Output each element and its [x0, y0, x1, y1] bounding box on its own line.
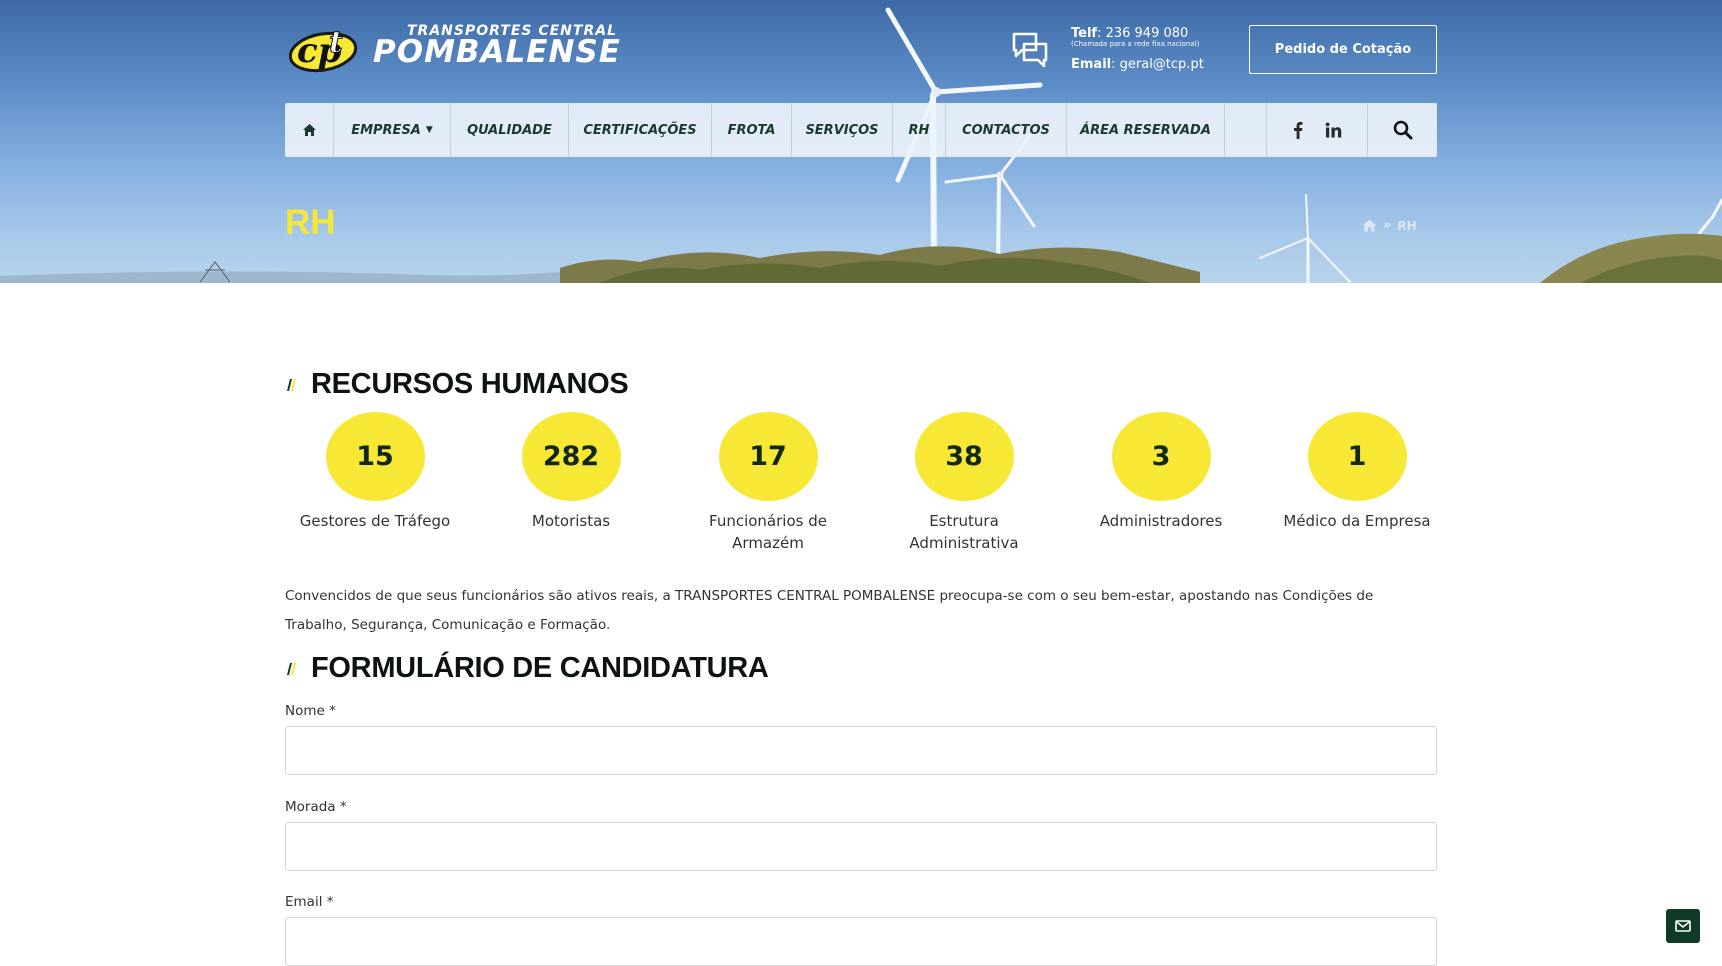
envelope-icon [1675, 920, 1691, 932]
main-navigation: EMPRESA ▼ QUALIDADE CERTIFICAÇÕES FROTA S… [285, 103, 1437, 157]
stat-label: Gestores de Tráfego [299, 512, 451, 530]
nav-spacer [1225, 103, 1267, 157]
phone-number[interactable]: Telf: 236 949 080 [1071, 26, 1188, 41]
page-header-banner: cp t TRANSPORTES CENTRAL POMBALENSE Telf… [0, 0, 1722, 283]
hr-stats: 15 Gestores de Tráfego 282 Motoristas 17… [285, 412, 1437, 562]
name-field[interactable] [285, 726, 1437, 775]
nav-servicos[interactable]: SERVIÇOS [792, 103, 893, 157]
stat-motoristas: 282 Motoristas [481, 412, 661, 532]
hr-intro-paragraph: Convencidos de que seus funcionários são… [285, 588, 1374, 633]
nav-social [1267, 103, 1368, 157]
stat-estrutura: 38 Estrutura Administrativa [874, 412, 1054, 554]
nav-certificacoes[interactable]: CERTIFICAÇÕES [569, 103, 712, 157]
email-field[interactable] [285, 917, 1437, 966]
section-heading-form: FORMULÁRIO DE CANDIDATURA [285, 652, 769, 685]
floating-contact-button[interactable] [1666, 909, 1700, 943]
nav-area-reservada[interactable]: ÁREA RESERVADA [1067, 103, 1225, 157]
nav-qualidade[interactable]: QUALIDADE [451, 103, 569, 157]
email-address[interactable]: Email: geral@tcp.pt [1071, 57, 1204, 72]
name-field-label: Nome * [285, 703, 336, 719]
form-section-title: FORMULÁRIO DE CANDIDATURA [311, 652, 769, 684]
heading-stripes-icon [287, 378, 296, 391]
stat-value: 17 [718, 412, 818, 501]
breadcrumb-separator-icon: » [1383, 218, 1392, 233]
hr-section-title: RECURSOS HUMANOS [311, 368, 629, 400]
nav-home[interactable] [285, 103, 334, 157]
stat-administradores: 3 Administradores [1071, 412, 1251, 532]
stat-medico: 1 Médico da Empresa [1267, 412, 1447, 532]
breadcrumb: » RH [1362, 218, 1417, 233]
facebook-icon[interactable] [1293, 121, 1303, 139]
quote-request-button[interactable]: Pedido de Cotação [1249, 25, 1437, 74]
header-contact: Telf: 236 949 080 (Chamada para a rede f… [1010, 26, 1230, 78]
logo-text-main: POMBALENSE [373, 34, 621, 70]
stat-label: Administradores [1099, 512, 1223, 530]
page-title: RH [285, 203, 336, 242]
section-heading-hr: RECURSOS HUMANOS [285, 368, 629, 401]
stat-label: Motoristas [531, 512, 611, 530]
svg-text:t: t [329, 25, 343, 60]
stat-label: Médico da Empresa [1283, 512, 1431, 530]
email-field-label: Email * [285, 894, 334, 910]
linkedin-icon[interactable] [1325, 122, 1342, 138]
stat-value: 15 [325, 412, 425, 501]
chat-bubbles-icon [1012, 32, 1048, 68]
address-field[interactable] [285, 822, 1437, 871]
stat-value: 3 [1111, 412, 1211, 501]
home-icon [302, 124, 316, 136]
breadcrumb-home-icon[interactable] [1362, 219, 1377, 232]
phone-note: (Chamada para a rede fixa nacional) [1071, 40, 1200, 48]
stat-value: 1 [1307, 412, 1407, 501]
search-icon [1393, 120, 1412, 140]
stat-label: Estrutura Administrativa [909, 512, 1019, 552]
nav-empresa[interactable]: EMPRESA ▼ [334, 103, 451, 157]
stat-label: Funcionários de Armazém [709, 512, 827, 552]
stat-armazem: 17 Funcionários de Armazém [678, 412, 858, 554]
stat-value: 38 [914, 412, 1014, 501]
breadcrumb-current: RH [1397, 218, 1417, 233]
nav-rh[interactable]: RH [893, 103, 946, 157]
nav-contactos[interactable]: CONTACTOS [946, 103, 1067, 157]
company-logo[interactable]: cp t TRANSPORTES CENTRAL POMBALENSE [289, 18, 689, 74]
heading-stripes-icon [287, 662, 296, 675]
tcp-logo-icon: cp t [289, 25, 358, 73]
stat-value: 282 [521, 412, 621, 501]
nav-search[interactable] [1368, 103, 1437, 157]
chevron-down-icon: ▼ [425, 125, 433, 135]
nav-frota[interactable]: FROTA [712, 103, 792, 157]
address-field-label: Morada * [285, 799, 347, 815]
stat-gestores: 15 Gestores de Tráfego [285, 412, 465, 532]
